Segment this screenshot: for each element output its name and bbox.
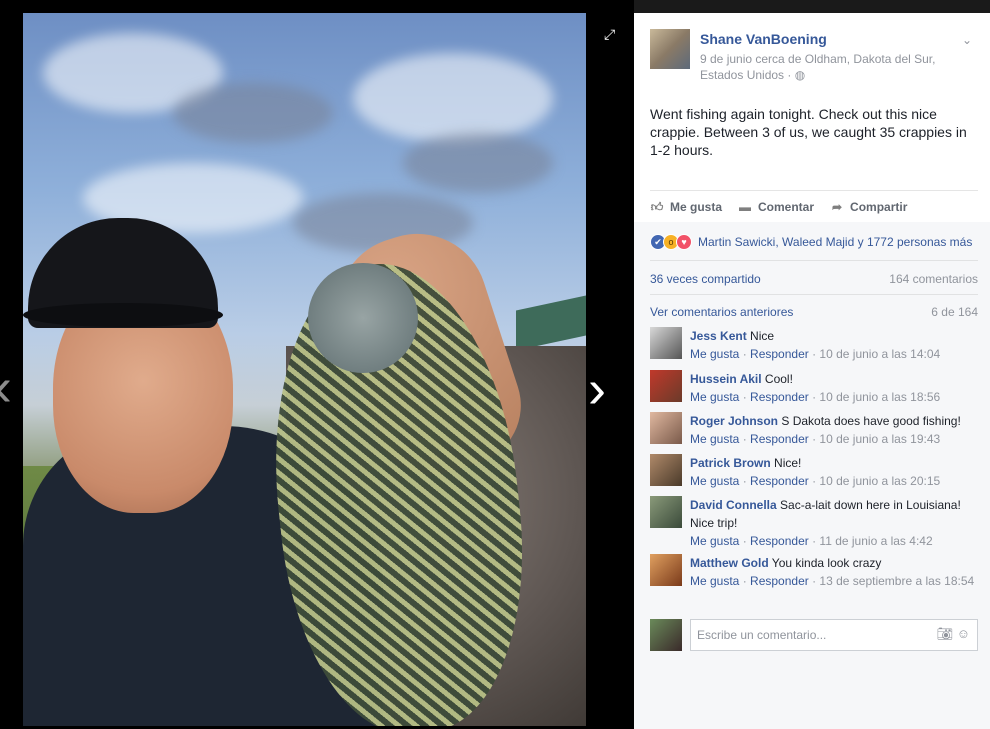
comment-meta: Me gusta · Responder · 10 de junio a las… <box>690 432 941 446</box>
author-avatar[interactable] <box>650 29 690 69</box>
comment-like-link[interactable]: Me gusta <box>690 347 739 361</box>
photo-viewer: ‹ › ⤢ <box>0 0 634 729</box>
comment-reply-link[interactable]: Responder <box>750 390 809 404</box>
reactions-text[interactable]: Martin Sawicki, Waleed Majid y 1772 pers… <box>698 235 972 249</box>
comment-text: Nice! <box>774 456 802 470</box>
comments-area: ✔ o ♥ Martin Sawicki, Waleed Majid y 177… <box>634 222 990 729</box>
next-photo-icon[interactable]: › <box>588 362 606 416</box>
comment-author[interactable]: David Connella <box>690 498 777 512</box>
reactions-summary[interactable]: ✔ o ♥ Martin Sawicki, Waleed Majid y 177… <box>650 234 972 250</box>
cap-brim <box>23 303 223 327</box>
comment-like-link[interactable]: Me gusta <box>690 390 739 404</box>
bridge-railing <box>516 295 586 351</box>
cloud <box>403 133 553 193</box>
thumbs-up-icon: 👍︎ <box>650 199 664 214</box>
comment-author[interactable]: Jess Kent <box>690 329 747 343</box>
composer-icons: 📷︎ ☺ <box>937 626 970 642</box>
comment-author[interactable]: Roger Johnson <box>690 414 778 428</box>
post-meta: 9 de junio cerca de Oldham, Dakota del S… <box>700 51 970 83</box>
post-panel: Shane VanBoening 9 de junio cerca de Old… <box>634 13 990 729</box>
previous-photo-icon[interactable]: ‹ <box>0 360 12 414</box>
divider <box>650 260 978 261</box>
post-date-location[interactable]: 9 de junio cerca de Oldham, Dakota del S… <box>700 52 935 82</box>
share-icon: ➦ <box>832 199 843 214</box>
comment-composer: Escribe un comentario... 📷︎ ☺ <box>650 619 978 651</box>
comment-text: Cool! <box>764 372 793 386</box>
comment-like-link[interactable]: Me gusta <box>690 432 739 446</box>
love-reaction-icon: ♥ <box>676 234 692 250</box>
comment-like-link[interactable]: Me gusta <box>690 534 739 548</box>
cloud <box>173 83 333 143</box>
comment-button[interactable]: ▬ Comentar <box>738 200 814 214</box>
camera-icon[interactable]: 📷︎ <box>937 626 954 641</box>
comment-reply-link[interactable]: Responder <box>750 534 809 548</box>
globe-icon: ◍ <box>794 68 806 82</box>
comment-reply-link[interactable]: Responder <box>750 347 809 361</box>
current-user-avatar <box>650 619 682 651</box>
comment-icon: ▬ <box>739 199 752 214</box>
comment-author[interactable]: Hussein Akil <box>690 372 762 386</box>
view-previous-comments-link[interactable]: Ver comentarios anteriores <box>650 305 793 319</box>
shares-count[interactable]: 36 veces compartido <box>650 272 761 286</box>
comment-reply-link[interactable]: Responder <box>750 574 809 588</box>
comment-meta: Me gusta · Responder · 10 de junio a las… <box>690 347 941 361</box>
comment-meta: Me gusta · Responder · 11 de junio a las… <box>690 534 933 548</box>
comment-like-link[interactable]: Me gusta <box>690 474 739 488</box>
comment-reply-link[interactable]: Responder <box>750 474 809 488</box>
comment-reply-link[interactable]: Responder <box>750 432 809 446</box>
share-button[interactable]: ➦ Compartir <box>830 200 907 214</box>
commenter-avatar[interactable] <box>650 454 682 486</box>
chevron-down-icon[interactable]: ⌄ <box>962 33 972 47</box>
comment-author[interactable]: Matthew Gold <box>690 556 769 570</box>
comment-input[interactable]: Escribe un comentario... <box>690 619 978 651</box>
like-label: Me gusta <box>670 199 723 214</box>
post-photo[interactable] <box>23 13 586 726</box>
commenter-avatar[interactable] <box>650 327 682 359</box>
share-label: Compartir <box>850 199 908 214</box>
comment-time[interactable]: 10 de junio a las 18:56 <box>819 390 940 404</box>
comment-time[interactable]: 10 de junio a las 20:15 <box>819 474 940 488</box>
comments-progress: 6 de 164 <box>931 305 978 319</box>
comment-meta: Me gusta · Responder · 10 de junio a las… <box>690 390 941 404</box>
comment-text: Nice <box>750 329 775 343</box>
commenter-avatar[interactable] <box>650 370 682 402</box>
like-button[interactable]: 👍︎ Me gusta <box>650 200 722 214</box>
comment-time[interactable]: 10 de junio a las 19:43 <box>819 432 940 446</box>
emoji-icon[interactable]: ☺ <box>957 626 970 641</box>
comments-count[interactable]: 164 comentarios <box>889 272 978 286</box>
commenter-avatar[interactable] <box>650 412 682 444</box>
commenter-avatar[interactable] <box>650 554 682 586</box>
comment-like-link[interactable]: Me gusta <box>690 574 739 588</box>
divider <box>650 294 978 295</box>
comment-meta: Me gusta · Responder · 13 de septiembre … <box>690 574 975 588</box>
post-text: Went fishing again tonight. Check out th… <box>650 106 967 158</box>
comment-meta: Me gusta · Responder · 10 de junio a las… <box>690 474 941 488</box>
author-name[interactable]: Shane VanBoening <box>700 31 827 47</box>
comment-label: Comentar <box>758 199 815 214</box>
comment-text: S Dakota does have good fishing! <box>781 414 961 428</box>
comment-time[interactable]: 10 de junio a las 14:04 <box>819 347 940 361</box>
post-actions: 👍︎ Me gusta ▬ Comentar ➦ Compartir <box>650 190 978 222</box>
comment-author[interactable]: Patrick Brown <box>690 456 771 470</box>
commenter-avatar[interactable] <box>650 496 682 528</box>
comment-time[interactable]: 13 de septiembre a las 18:54 <box>819 574 974 588</box>
cloud <box>353 53 553 143</box>
fish-head <box>308 263 418 373</box>
comment-time[interactable]: 11 de junio a las 4:42 <box>819 534 932 548</box>
expand-icon[interactable]: ⤢ <box>604 26 620 42</box>
comment-text: You kinda look crazy <box>771 556 882 570</box>
